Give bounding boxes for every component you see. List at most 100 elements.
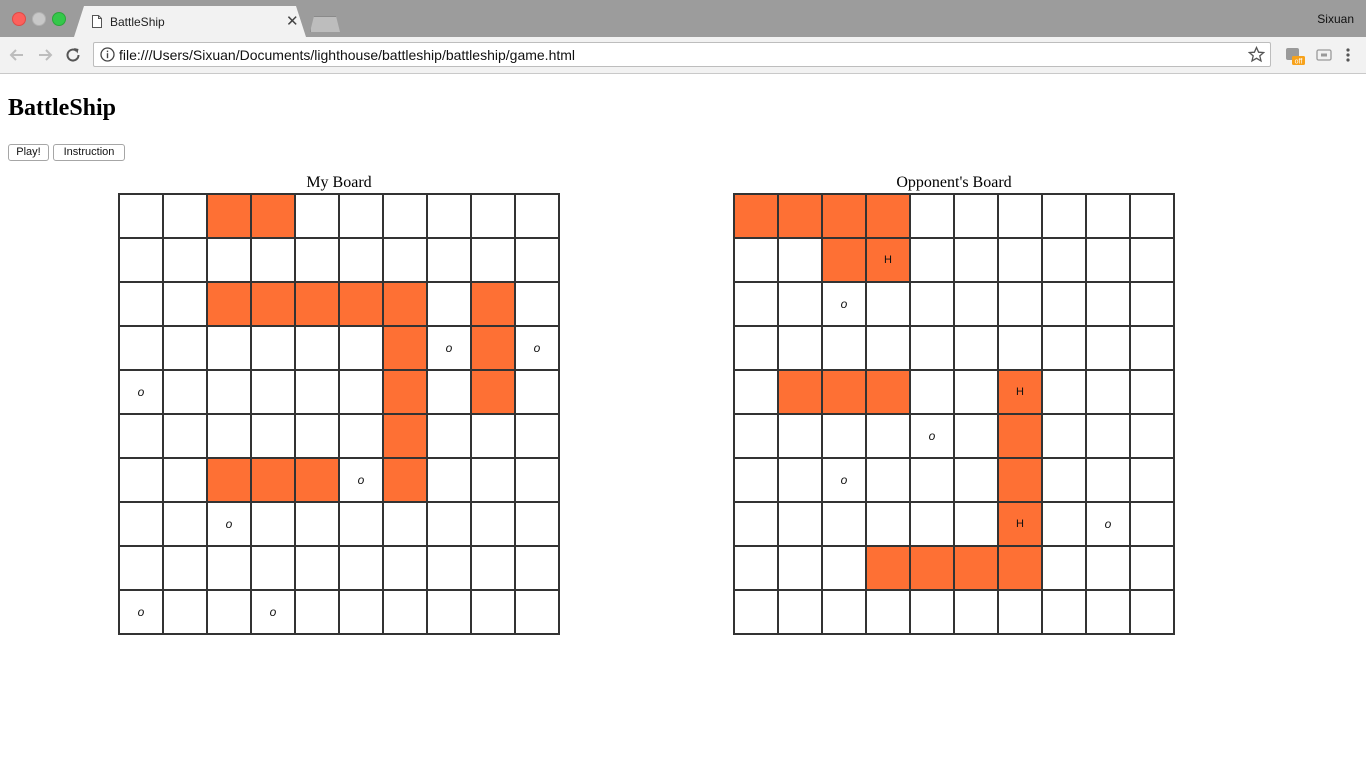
opponent-board-cell[interactable]: [1042, 194, 1086, 238]
opponent-board-cell[interactable]: [1086, 238, 1130, 282]
opponent-board-cell[interactable]: [866, 194, 910, 238]
maximize-window-button[interactable]: [52, 12, 66, 26]
opponent-board-cell[interactable]: [866, 502, 910, 546]
opponent-board-cell[interactable]: [1086, 282, 1130, 326]
opponent-board-cell[interactable]: [1042, 590, 1086, 634]
opponent-board-miss-cell[interactable]: o: [1086, 502, 1130, 546]
opponent-board-cell[interactable]: [1086, 326, 1130, 370]
opponent-board-cell[interactable]: [954, 326, 998, 370]
address-bar[interactable]: file:///Users/Sixuan/Documents/lighthous…: [93, 42, 1271, 67]
opponent-board-cell[interactable]: [1086, 458, 1130, 502]
opponent-board-hit-cell[interactable]: H: [998, 370, 1042, 414]
opponent-board-cell[interactable]: [1042, 458, 1086, 502]
opponent-board-cell[interactable]: [822, 326, 866, 370]
opponent-board-cell[interactable]: [1042, 502, 1086, 546]
opponent-board-cell[interactable]: [734, 194, 778, 238]
opponent-board-cell[interactable]: [866, 590, 910, 634]
play-button[interactable]: Play!: [8, 144, 49, 161]
opponent-board-hit-cell[interactable]: H: [998, 502, 1042, 546]
opponent-board-cell[interactable]: [1086, 414, 1130, 458]
opponent-board-cell[interactable]: [822, 546, 866, 590]
back-arrow-icon[interactable]: [8, 46, 26, 64]
opponent-board-cell[interactable]: [778, 370, 822, 414]
opponent-board-hit-cell[interactable]: H: [866, 238, 910, 282]
opponent-board-miss-cell[interactable]: o: [822, 282, 866, 326]
opponent-board-cell[interactable]: [998, 326, 1042, 370]
opponent-board-cell[interactable]: [822, 238, 866, 282]
more-menu-icon[interactable]: [1342, 47, 1354, 63]
opponent-board-cell[interactable]: [998, 458, 1042, 502]
opponent-board-cell[interactable]: [910, 458, 954, 502]
opponent-board-cell[interactable]: [1130, 414, 1174, 458]
opponent-board-cell[interactable]: [734, 238, 778, 282]
opponent-board-cell[interactable]: [910, 326, 954, 370]
opponent-board-miss-cell[interactable]: o: [910, 414, 954, 458]
opponent-board-cell[interactable]: [998, 282, 1042, 326]
close-window-button[interactable]: [12, 12, 26, 26]
opponent-board-cell[interactable]: [910, 238, 954, 282]
opponent-board-cell[interactable]: [866, 282, 910, 326]
opponent-board-cell[interactable]: [954, 458, 998, 502]
opponent-board-cell[interactable]: [954, 502, 998, 546]
minimize-window-button[interactable]: [32, 12, 46, 26]
opponent-board-miss-cell[interactable]: o: [822, 458, 866, 502]
opponent-board-cell[interactable]: [954, 282, 998, 326]
opponent-board-cell[interactable]: [1130, 502, 1174, 546]
opponent-board-cell[interactable]: [866, 370, 910, 414]
opponent-board-cell[interactable]: [954, 194, 998, 238]
opponent-board-cell[interactable]: [822, 414, 866, 458]
opponent-board-cell[interactable]: [778, 238, 822, 282]
opponent-board-cell[interactable]: [1086, 546, 1130, 590]
opponent-board-cell[interactable]: [1042, 414, 1086, 458]
opponent-board-cell[interactable]: [998, 590, 1042, 634]
opponent-board-cell[interactable]: [734, 502, 778, 546]
opponent-board-cell[interactable]: [778, 326, 822, 370]
opponent-board-cell[interactable]: [1086, 370, 1130, 414]
opponent-board-cell[interactable]: [910, 194, 954, 238]
opponent-board-cell[interactable]: [998, 546, 1042, 590]
opponent-board-cell[interactable]: [734, 414, 778, 458]
opponent-board-cell[interactable]: [1042, 370, 1086, 414]
opponent-board-cell[interactable]: [734, 546, 778, 590]
opponent-board-cell[interactable]: [866, 546, 910, 590]
opponent-board-cell[interactable]: [822, 370, 866, 414]
opponent-board-cell[interactable]: [998, 238, 1042, 282]
opponent-board-cell[interactable]: [778, 194, 822, 238]
opponent-board-cell[interactable]: [998, 414, 1042, 458]
opponent-board-cell[interactable]: [954, 590, 998, 634]
opponent-board-cell[interactable]: [954, 370, 998, 414]
opponent-board-cell[interactable]: [1130, 194, 1174, 238]
opponent-board-cell[interactable]: [1086, 590, 1130, 634]
reload-icon[interactable]: [64, 46, 82, 64]
opponent-board-cell[interactable]: [778, 590, 822, 634]
opponent-board-cell[interactable]: [910, 502, 954, 546]
opponent-board-cell[interactable]: [822, 194, 866, 238]
opponent-board-cell[interactable]: [822, 590, 866, 634]
opponent-board-cell[interactable]: [910, 282, 954, 326]
browser-tab[interactable]: BattleShip ✕: [74, 6, 306, 37]
opponent-board-cell[interactable]: [734, 458, 778, 502]
instruction-button[interactable]: Instruction: [53, 144, 125, 161]
opponent-board-cell[interactable]: [1130, 458, 1174, 502]
opponent-board-cell[interactable]: [1042, 546, 1086, 590]
opponent-board-cell[interactable]: [734, 370, 778, 414]
opponent-board-cell[interactable]: [1130, 238, 1174, 282]
close-tab-icon[interactable]: ✕: [286, 12, 299, 30]
opponent-board-cell[interactable]: [778, 546, 822, 590]
opponent-board-cell[interactable]: [910, 546, 954, 590]
opponent-board-cell[interactable]: [866, 326, 910, 370]
opponent-board-cell[interactable]: [1042, 282, 1086, 326]
opponent-board-cell[interactable]: [778, 458, 822, 502]
profile-name[interactable]: Sixuan: [1317, 12, 1354, 26]
info-icon[interactable]: [100, 47, 115, 62]
opponent-board-cell[interactable]: [1086, 194, 1130, 238]
opponent-board-cell[interactable]: [910, 590, 954, 634]
opponent-board-cell[interactable]: [822, 502, 866, 546]
opponent-board-cell[interactable]: [1042, 238, 1086, 282]
opponent-board-cell[interactable]: [1042, 326, 1086, 370]
opponent-board-cell[interactable]: [910, 370, 954, 414]
opponent-board-cell[interactable]: [998, 194, 1042, 238]
bookmark-star-icon[interactable]: [1248, 46, 1265, 63]
opponent-board-cell[interactable]: [954, 414, 998, 458]
opponent-board-cell[interactable]: [1130, 590, 1174, 634]
